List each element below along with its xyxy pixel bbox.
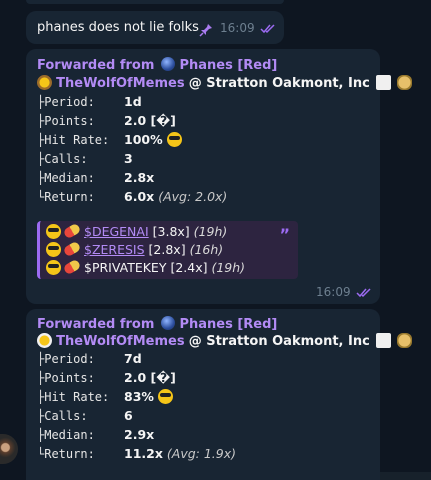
forwarded-message-2[interactable]: Forwarded from Phanes [Red] TheWolfOfMem… [26,309,413,480]
sunglasses-icon [46,224,61,239]
chart-up-icon [375,75,391,90]
message-bubble-short[interactable]: phanes does not lie folks 16:09 [26,11,284,44]
chef-icon [37,333,52,348]
author-company: @ Stratton Oakmont, Inc [188,334,370,349]
author-name[interactable]: TheWolfOfMemes [56,76,184,91]
sunglasses-icon [166,132,182,147]
stat-calls: ├Calls: 6 [37,408,133,423]
channel-avatar-icon [160,57,175,71]
sunglasses-icon [157,389,173,404]
forwarded-source[interactable]: Phanes [Red] [179,58,277,73]
stat-period: ├Period: 7d [37,351,142,366]
money-bag-icon [397,75,413,90]
author-company: @ Stratton Oakmont, Inc [188,76,370,91]
stat-median: ├Median: 2.9x [37,427,155,442]
stat-points: ├Points: 2.0 [�] [37,113,176,128]
ticker-link[interactable]: $ZERESIS [84,242,145,257]
sender-avatar[interactable] [0,434,18,464]
author-line: TheWolfOfMemes @ Stratton Oakmont, Inc [37,75,413,91]
stat-points: ├Points: 2.0 [�] [37,370,176,385]
forwarded-header[interactable]: Forwarded from Phanes [Red] [37,316,277,332]
composer-edge [380,472,431,480]
forwarded-header[interactable]: Forwarded from Phanes [Red] [37,57,277,73]
sunglasses-icon [46,242,61,257]
forwarded-label: Forwarded from [37,58,155,73]
pill-icon [62,240,82,258]
quote-line-2: $ZERESIS [2.8x] (16h) [46,240,223,259]
quote-icon: ” [279,225,290,244]
chart-up-icon [375,333,391,348]
channel-avatar-icon [160,316,175,330]
pill-icon [62,258,82,276]
sunglasses-icon [46,260,61,275]
forwarded-message-1[interactable]: Forwarded from Phanes [Red] TheWolfOfMem… [26,49,413,304]
stat-return: └Return: 6.0x (Avg: 2.0x) [37,189,228,204]
quote-line-1: $DEGENAI [3.8x] (19h) [46,222,227,241]
money-bag-icon [397,333,413,348]
stats-block: ├Period: 7d ├Points: 2.0 [�] ├Hit Rate: 83%… [37,349,236,463]
read-checkmarks-icon [260,24,275,34]
ticker-text: $PRIVATEKEY [84,260,167,275]
quote-line-3: $PRIVATEKEY [2.4x] (19h) [46,258,245,277]
message-time: 16:09 [220,21,255,35]
message-text: phanes does not lie folks [37,20,199,35]
forwarded-label: Forwarded from [37,317,155,332]
stat-hit-rate: ├Hit Rate: 100% [37,130,227,149]
stats-block: ├Period: 1d ├Points: 2.0 [�] ├Hit Rate: 100… [37,92,227,206]
stat-calls: ├Calls: 3 [37,151,133,166]
author-name[interactable]: TheWolfOfMemes [56,334,184,349]
pin-icon [199,24,212,37]
stat-median: ├Median: 2.8x [37,170,155,185]
quote-block: ” $DEGENAI [3.8x] (19h) $ZERESIS [2.8x] … [37,221,298,279]
forwarded-source[interactable]: Phanes [Red] [179,317,277,332]
message-time: 16:09 [316,285,351,299]
stat-hit-rate: ├Hit Rate: 83% [37,387,236,406]
author-line: TheWolfOfMemes @ Stratton Oakmont, Inc [37,333,413,349]
stat-return: └Return: 11.2x (Avg: 1.9x) [37,446,236,461]
stat-period: ├Period: 1d [37,94,142,109]
read-checkmarks-icon [356,288,371,298]
ticker-link[interactable]: $DEGENAI [84,224,149,239]
person-icon [37,75,52,90]
previous-message-edge [26,0,284,4]
pill-icon [62,222,82,240]
